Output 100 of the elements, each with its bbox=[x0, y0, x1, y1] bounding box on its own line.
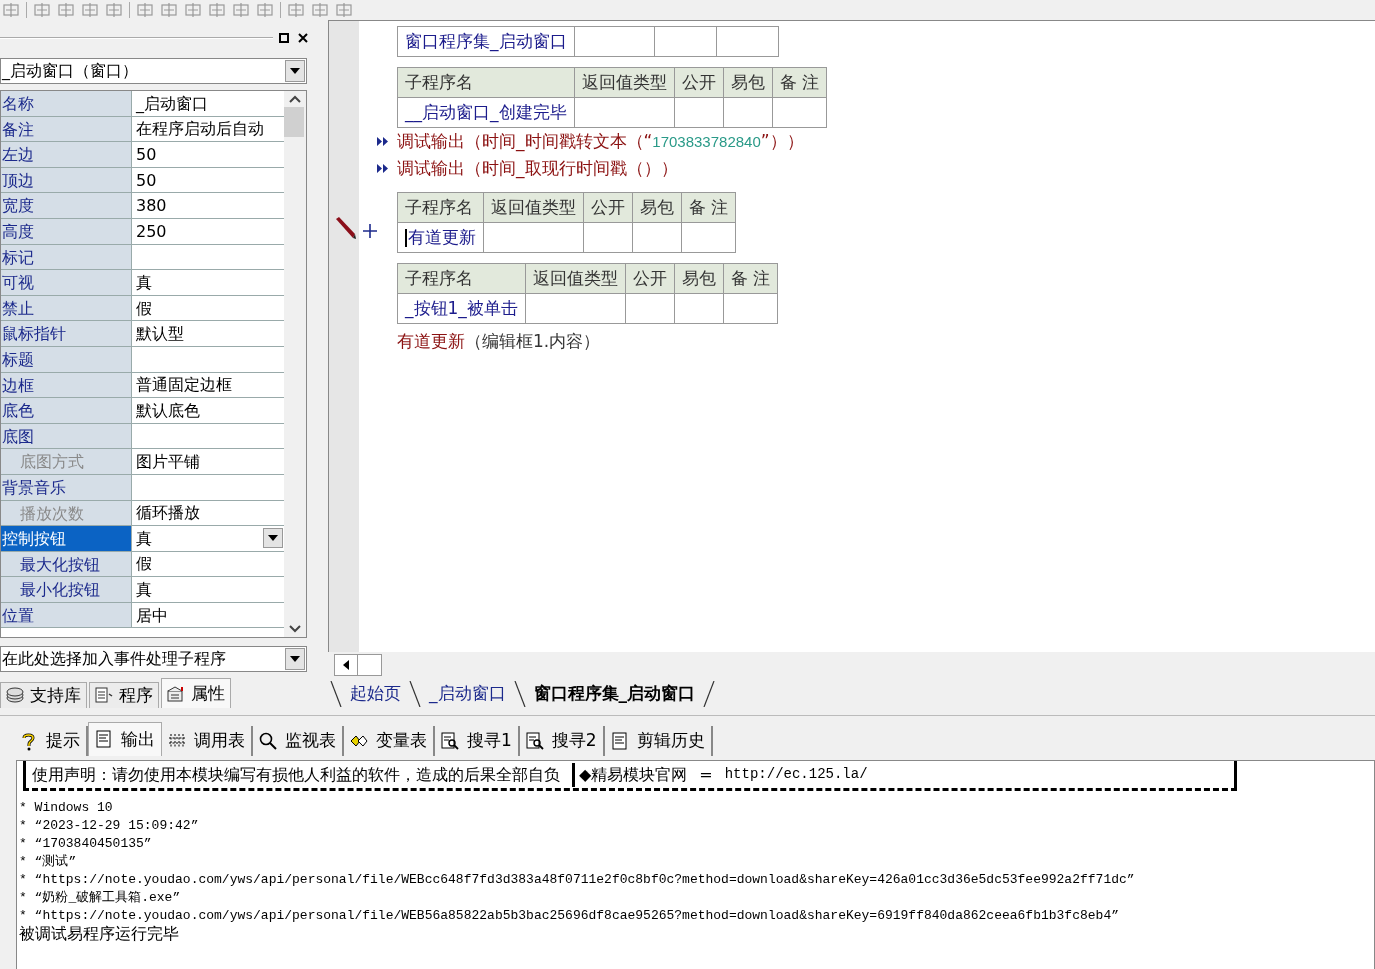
property-value[interactable]: 380 bbox=[136, 193, 167, 218]
property-name[interactable]: 宽度 bbox=[1, 193, 132, 218]
maximize-button[interactable] bbox=[276, 30, 292, 46]
property-name[interactable]: 底色 bbox=[1, 398, 132, 423]
scrollbar[interactable] bbox=[284, 91, 306, 637]
output-line: 被调试易程序运行完毕 bbox=[19, 925, 180, 943]
code-line[interactable]: 调试输出（时间_取现行时间戳（）） bbox=[397, 155, 678, 182]
output-tab[interactable]: 输出 bbox=[88, 722, 162, 756]
tab-edge bbox=[513, 681, 526, 707]
editor-tab[interactable]: 窗口程序集_启动窗口 bbox=[525, 681, 703, 707]
property-value[interactable]: 50 bbox=[136, 167, 157, 193]
property-name[interactable]: 禁止 bbox=[1, 295, 132, 321]
property-value[interactable]: _启动窗口 bbox=[136, 91, 208, 116]
property-value[interactable]: 默认底色 bbox=[136, 398, 200, 423]
property-value[interactable]: 在程序启动后自动 bbox=[136, 116, 264, 142]
property-name[interactable]: 最大化按钮 bbox=[1, 551, 132, 577]
panel-tab[interactable]: 程序 bbox=[89, 682, 159, 708]
property-value[interactable]: 真 bbox=[136, 577, 152, 602]
layout-icon[interactable] bbox=[105, 2, 123, 18]
property-value[interactable]: 真 bbox=[136, 270, 152, 295]
panel-tab[interactable]: 支持库 bbox=[0, 682, 87, 708]
editor-tab[interactable]: 起始页 bbox=[342, 681, 409, 707]
document-icon bbox=[95, 686, 113, 705]
output-tab[interactable]: 变量表 bbox=[344, 726, 435, 756]
dropdown-value: 在此处选择加入事件处理子程序 bbox=[2, 648, 226, 670]
property-name[interactable]: 名称 bbox=[1, 91, 132, 116]
layout-icon[interactable] bbox=[136, 2, 154, 18]
code-line[interactable]: 有道更新（编辑框1.内容） bbox=[397, 328, 601, 355]
layout-icon[interactable] bbox=[33, 2, 51, 18]
layout-icon[interactable] bbox=[160, 2, 178, 18]
editor-tab[interactable]: _启动窗口 bbox=[421, 681, 514, 707]
column-header: 返回值类型 bbox=[574, 67, 674, 98]
scroll-up-icon[interactable] bbox=[289, 95, 301, 103]
dropdown-value: _启动窗口（窗口） bbox=[2, 60, 138, 82]
property-name[interactable]: 边框 bbox=[1, 372, 132, 398]
layout-icon[interactable] bbox=[335, 2, 353, 18]
layout-icon[interactable] bbox=[232, 2, 250, 18]
plus-icon[interactable] bbox=[363, 224, 377, 238]
dropdown-button[interactable] bbox=[263, 528, 283, 549]
layout-icon[interactable] bbox=[256, 2, 274, 18]
property-name[interactable]: 顶边 bbox=[1, 167, 132, 193]
property-name[interactable]: 底图 bbox=[1, 423, 132, 449]
property-name[interactable]: 位置 bbox=[1, 602, 132, 628]
output-tab[interactable]: 调用表 bbox=[162, 726, 253, 756]
table-cell[interactable]: 有道更新 bbox=[397, 222, 484, 253]
column-header: 备 注 bbox=[723, 263, 778, 294]
separator-text: = bbox=[699, 763, 713, 786]
output-tab[interactable]: 剪辑历史 bbox=[604, 726, 713, 756]
property-value[interactable]: 假 bbox=[136, 295, 152, 321]
property-name[interactable]: 备注 bbox=[1, 116, 132, 142]
column-header: 子程序名 bbox=[397, 192, 484, 223]
layout-icon[interactable] bbox=[311, 2, 329, 18]
column-header: 备 注 bbox=[772, 67, 827, 98]
property-value[interactable]: 假 bbox=[136, 551, 152, 577]
output-line: * “1703840450135” bbox=[19, 835, 153, 853]
property-name[interactable]: 标记 bbox=[1, 244, 132, 270]
table-cell[interactable]: _按钮1_被单击 bbox=[397, 293, 526, 324]
scroll-down-icon[interactable] bbox=[289, 625, 301, 633]
property-name[interactable]: 标题 bbox=[1, 346, 132, 372]
output-tab[interactable]: 搜寻2 bbox=[519, 726, 605, 756]
code-line[interactable]: 调试输出（时间_时间戳转文本（“1703833782840”）） bbox=[397, 128, 804, 155]
tab-edge bbox=[703, 681, 715, 707]
property-name[interactable]: 鼠标指针 bbox=[1, 321, 132, 346]
maximize-icon bbox=[279, 33, 289, 43]
text-cursor bbox=[405, 228, 407, 247]
property-value[interactable]: 50 bbox=[136, 142, 157, 167]
property-value[interactable]: 真 bbox=[136, 526, 152, 551]
property-name[interactable]: 高度 bbox=[1, 218, 132, 244]
layout-icon[interactable] bbox=[2, 2, 20, 18]
output-tab[interactable]: 搜寻1 bbox=[435, 726, 520, 756]
column-header: 公开 bbox=[583, 192, 633, 223]
scroll-left-button[interactable] bbox=[334, 654, 358, 676]
url-text: http://ec.125.la/ bbox=[724, 765, 868, 784]
object-dropdown[interactable]: _启动窗口（窗口） bbox=[0, 58, 307, 84]
column-header: 备 注 bbox=[681, 192, 736, 223]
property-value[interactable]: 250 bbox=[136, 218, 167, 244]
output-line: * “测试” bbox=[19, 853, 78, 871]
property-name[interactable]: 最小化按钮 bbox=[1, 577, 132, 602]
layout-icon[interactable] bbox=[208, 2, 226, 18]
panel-tab[interactable]: 属性 bbox=[161, 678, 231, 708]
layout-icon[interactable] bbox=[184, 2, 202, 18]
breakpoint-arrow-icon bbox=[377, 137, 388, 146]
property-value[interactable]: 居中 bbox=[136, 602, 168, 628]
event-dropdown[interactable]: 在此处选择加入事件处理子程序 bbox=[0, 646, 307, 672]
property-value[interactable]: 普通固定边框 bbox=[136, 372, 232, 398]
output-line: * “2023-12-29 15:09:42” bbox=[19, 817, 200, 835]
layout-icon[interactable] bbox=[287, 2, 305, 18]
output-tab[interactable]: 监视表 bbox=[253, 726, 344, 756]
property-value[interactable]: 默认型 bbox=[136, 321, 184, 346]
layout-icon[interactable] bbox=[81, 2, 99, 18]
notice-text: 使用声明：请勿使用本模块编写有损他人利益的软件，造成的后果全部自负 bbox=[32, 763, 560, 786]
column-header: 易包 bbox=[632, 192, 682, 223]
layout-icon[interactable] bbox=[57, 2, 75, 18]
table-cell[interactable]: 窗口程序集_启动窗口 bbox=[397, 26, 574, 57]
property-name[interactable]: 背景音乐 bbox=[1, 474, 132, 500]
property-name[interactable]: 左边 bbox=[1, 142, 132, 167]
property-name[interactable]: 控制按钮 bbox=[1, 526, 132, 551]
scroll-thumb[interactable] bbox=[284, 107, 304, 137]
table-cell[interactable]: __启动窗口_创建完毕 bbox=[397, 97, 574, 128]
property-name[interactable]: 可视 bbox=[1, 270, 132, 295]
